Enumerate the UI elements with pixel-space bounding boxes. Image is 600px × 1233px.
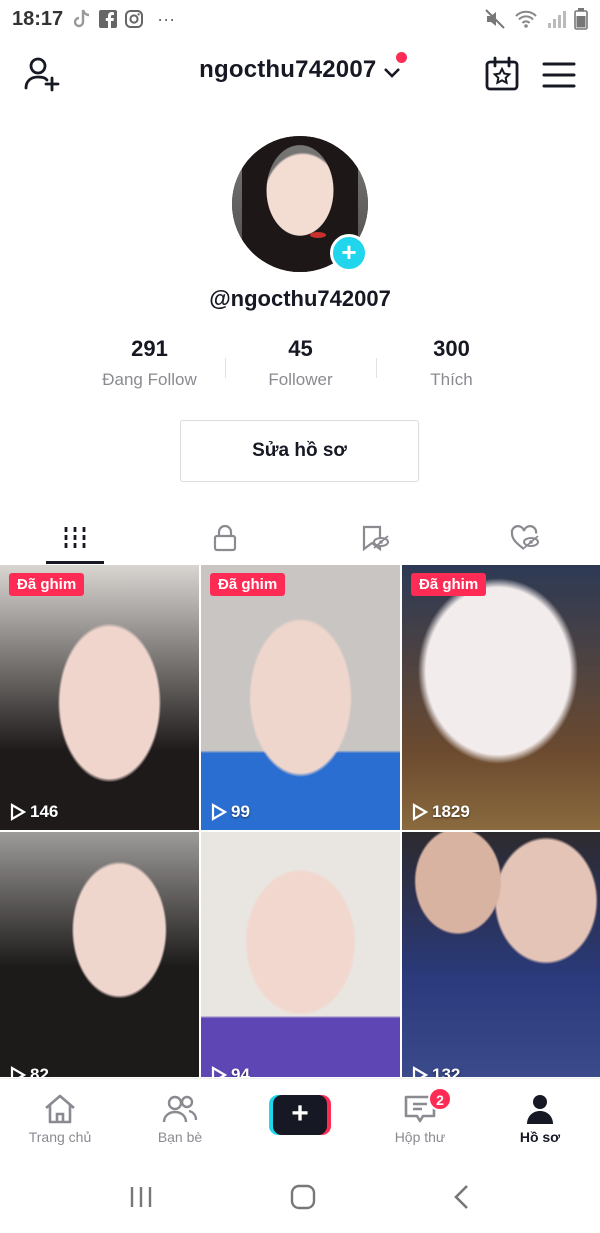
- nav-create[interactable]: +: [240, 1079, 360, 1160]
- video-thumbnail[interactable]: 94: [201, 832, 400, 1077]
- bookmark-eye-icon: [362, 525, 389, 552]
- video-grid: Đã ghim 146 Đã ghim 99 Đã ghim 1829 82 9…: [0, 565, 600, 1077]
- tab-saved[interactable]: [300, 512, 450, 564]
- menu-icon[interactable]: [542, 60, 576, 90]
- following-stat[interactable]: 291 Đang Follow: [74, 336, 225, 400]
- view-count: 99: [211, 802, 250, 822]
- likes-stat[interactable]: 300 Thích: [376, 336, 527, 400]
- friends-icon: [162, 1095, 198, 1123]
- notification-dot: [396, 52, 407, 63]
- stat-divider: [376, 358, 377, 378]
- nav-profile-label: Hồ sơ: [519, 1129, 561, 1145]
- play-icon: [412, 803, 428, 821]
- calendar-star-icon[interactable]: [484, 56, 520, 92]
- profile-header: ngocthu742007: [0, 44, 600, 104]
- view-count: 1829: [412, 802, 470, 822]
- nav-home[interactable]: Trang chủ: [0, 1079, 120, 1160]
- instagram-notification-icon: [125, 10, 144, 28]
- add-avatar-plus-icon[interactable]: +: [330, 234, 368, 272]
- profile-icon: [527, 1095, 553, 1124]
- following-count: 291: [131, 336, 168, 361]
- more-notifications-icon: ···: [157, 8, 176, 29]
- mute-icon: [485, 9, 505, 29]
- nav-inbox[interactable]: 2 Hộp thư: [360, 1079, 480, 1160]
- followers-stat[interactable]: 45 Follower: [225, 336, 376, 400]
- signal-icon: [548, 11, 566, 28]
- profile-handle: @ngocthu742007: [209, 286, 391, 311]
- view-count: 132: [412, 1065, 460, 1077]
- chevron-down-icon: [383, 67, 400, 78]
- view-count: 82: [10, 1065, 49, 1077]
- create-button[interactable]: +: [269, 1095, 331, 1135]
- edit-profile-button[interactable]: Sửa hồ sơ: [180, 420, 419, 482]
- pinned-badge: Đã ghim: [411, 573, 487, 596]
- view-count-value: 94: [231, 1065, 250, 1077]
- wifi-icon: [515, 10, 537, 28]
- lock-icon: [213, 524, 237, 552]
- video-thumbnail[interactable]: 82: [0, 832, 199, 1077]
- nav-inbox-label: Hộp thư: [394, 1129, 446, 1145]
- profile-stats: 291 Đang Follow 45 Follower 300 Thích: [74, 336, 528, 400]
- play-icon: [10, 1066, 26, 1077]
- system-navigation: [0, 1160, 600, 1233]
- header-username: ngocthu742007: [199, 56, 377, 83]
- likes-label: Thích: [430, 370, 473, 389]
- home-icon: [45, 1094, 75, 1124]
- profile-tabs: [0, 512, 600, 564]
- facebook-notification-icon: [99, 10, 118, 28]
- pinned-badge: Đã ghim: [210, 573, 286, 596]
- back-icon[interactable]: [452, 1184, 472, 1210]
- tab-private[interactable]: [150, 512, 300, 564]
- likes-count: 300: [433, 336, 470, 361]
- video-thumbnail[interactable]: Đã ghim 146: [0, 565, 199, 830]
- view-count-value: 99: [231, 802, 250, 821]
- view-count-value: 132: [432, 1065, 461, 1077]
- video-thumbnail[interactable]: 132: [402, 832, 600, 1077]
- status-time: 18:17: [12, 7, 64, 30]
- grid-icon: [64, 527, 86, 549]
- nav-home-label: Trang chủ: [28, 1129, 92, 1145]
- video-thumbnail[interactable]: Đã ghim 1829: [402, 565, 600, 830]
- inbox-badge: 2: [428, 1087, 452, 1111]
- view-count: 94: [211, 1065, 250, 1077]
- play-icon: [211, 1066, 227, 1077]
- pinned-badge: Đã ghim: [9, 573, 85, 596]
- view-count-value: 1829: [432, 802, 470, 821]
- tiktok-notification-icon: [73, 9, 90, 28]
- view-count-value: 82: [30, 1065, 49, 1077]
- heart-eye-icon: [510, 525, 539, 550]
- followers-count: 45: [288, 336, 313, 361]
- tab-liked[interactable]: [450, 512, 600, 564]
- following-label: Đang Follow: [102, 370, 197, 389]
- create-plus-icon: +: [273, 1095, 327, 1135]
- nav-friends-label: Bạn bè: [157, 1129, 203, 1145]
- play-icon: [211, 803, 227, 821]
- tab-videos[interactable]: [0, 512, 150, 564]
- nav-friends[interactable]: Bạn bè: [120, 1079, 240, 1160]
- video-thumbnail[interactable]: Đã ghim 99: [201, 565, 400, 830]
- home-button-icon[interactable]: [290, 1184, 316, 1210]
- play-icon: [10, 803, 26, 821]
- nav-profile[interactable]: Hồ sơ: [480, 1079, 600, 1160]
- stat-divider: [225, 358, 226, 378]
- battery-icon: [574, 8, 588, 30]
- recent-apps-icon[interactable]: [128, 1185, 154, 1209]
- view-count: 146: [10, 802, 58, 822]
- status-bar: 18:17 ···: [0, 0, 600, 38]
- view-count-value: 146: [30, 802, 59, 821]
- play-icon: [412, 1066, 428, 1077]
- bottom-nav: Trang chủ Bạn bè + 2 Hộp thư Hồ sơ: [0, 1078, 600, 1160]
- followers-label: Follower: [268, 370, 333, 389]
